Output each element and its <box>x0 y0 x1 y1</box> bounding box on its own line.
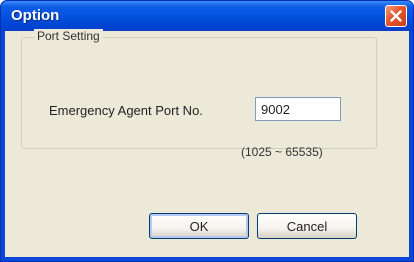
port-input[interactable] <box>255 97 341 121</box>
ok-button[interactable]: OK <box>149 213 249 239</box>
port-setting-group: Port Setting <box>21 29 377 149</box>
group-label: Port Setting <box>34 29 103 43</box>
close-icon <box>390 10 402 22</box>
port-range-hint: (1025 ~ 65535) <box>241 145 323 159</box>
window-title: Option <box>11 7 60 24</box>
option-dialog: Option Port Setting Emergency Agent Port… <box>0 0 414 262</box>
cancel-button[interactable]: Cancel <box>257 213 357 239</box>
port-field-label: Emergency Agent Port No. <box>49 103 203 118</box>
close-button[interactable] <box>385 5 407 27</box>
title-bar[interactable]: Option <box>1 1 413 31</box>
